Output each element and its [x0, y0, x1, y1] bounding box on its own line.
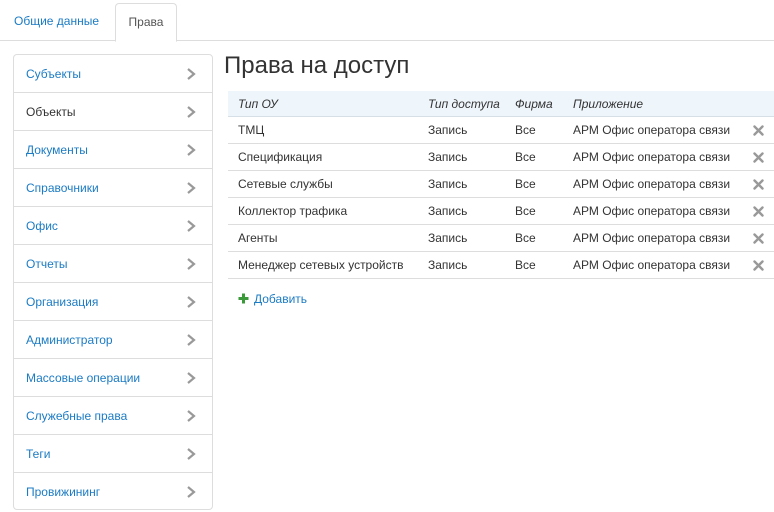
cell-ou-type: Коллектор трафика [238, 204, 348, 218]
sidebar-item-label: Субъекты [26, 67, 81, 81]
sidebar-item-office[interactable]: Офис [14, 207, 212, 245]
tab-general-data[interactable]: Общие данные [2, 3, 111, 41]
table-row[interactable]: Агенты Запись Все АРМ Офис оператора свя… [228, 225, 774, 252]
chevron-right-icon [187, 220, 196, 232]
chevron-right-icon [187, 106, 196, 118]
column-header-firm[interactable]: Фирма [515, 91, 553, 117]
sidebar-item-label: Служебные права [26, 409, 128, 423]
cell-access-type: Запись [428, 177, 468, 191]
chevron-right-icon [187, 68, 196, 80]
cell-firm: Все [515, 150, 536, 164]
cell-access-type: Запись [428, 123, 468, 137]
add-button-label: Добавить [254, 292, 308, 306]
cell-firm: Все [515, 204, 536, 218]
table-row[interactable]: Менеджер сетевых устройств Запись Все АР… [228, 252, 774, 279]
cell-application: АРМ Офис оператора связи [573, 204, 731, 218]
sidebar-item-label: Документы [26, 143, 88, 157]
cell-access-type: Запись [428, 150, 468, 164]
cell-ou-type: Агенты [238, 231, 278, 245]
cell-firm: Все [515, 258, 536, 272]
tab-rights[interactable]: Права [115, 3, 177, 42]
chevron-right-icon [187, 258, 196, 270]
table-header: Тип ОУ Тип доступа Фирма Приложение [228, 91, 774, 117]
chevron-right-icon [187, 448, 196, 460]
tab-bar: Общие данные Права [0, 0, 774, 42]
cell-firm: Все [515, 177, 536, 191]
sidebar-item-label: Теги [26, 447, 51, 461]
sidebar-item-label: Отчеты [26, 257, 68, 271]
chevron-right-icon [187, 296, 196, 308]
cell-ou-type: ТМЦ [238, 123, 265, 137]
sidebar-item-directories[interactable]: Справочники [14, 169, 212, 207]
plus-icon [238, 293, 249, 304]
sidebar-item-label: Массовые операции [26, 371, 141, 385]
delete-icon[interactable] [753, 179, 764, 190]
delete-icon[interactable] [753, 260, 764, 271]
cell-application: АРМ Офис оператора связи [573, 231, 731, 245]
chevron-right-icon [187, 486, 196, 498]
cell-ou-type: Сетевые службы [238, 177, 333, 191]
delete-icon[interactable] [753, 152, 764, 163]
column-header-application[interactable]: Приложение [573, 91, 643, 117]
cell-ou-type: Менеджер сетевых устройств [238, 258, 404, 272]
delete-icon[interactable] [753, 125, 764, 136]
chevron-right-icon [187, 182, 196, 194]
cell-firm: Все [515, 231, 536, 245]
chevron-right-icon [187, 372, 196, 384]
sidebar: Субъекты Объекты Документы Справочники О… [13, 54, 213, 510]
sidebar-item-label: Объекты [26, 105, 76, 119]
sidebar-item-service-rights[interactable]: Служебные права [14, 397, 212, 435]
page-title: Права на доступ [224, 52, 410, 79]
sidebar-item-documents[interactable]: Документы [14, 131, 212, 169]
sidebar-item-objects[interactable]: Объекты [14, 93, 212, 131]
sidebar-item-administrator[interactable]: Администратор [14, 321, 212, 359]
sidebar-item-label: Справочники [26, 181, 99, 195]
sidebar-item-label: Провижининг [26, 485, 101, 499]
cell-application: АРМ Офис оператора связи [573, 150, 731, 164]
table-row[interactable]: Сетевые службы Запись Все АРМ Офис опера… [228, 171, 774, 198]
sidebar-item-bulk-operations[interactable]: Массовые операции [14, 359, 212, 397]
cell-access-type: Запись [428, 258, 468, 272]
sidebar-item-tags[interactable]: Теги [14, 435, 212, 473]
chevron-right-icon [187, 144, 196, 156]
sidebar-item-label: Администратор [26, 333, 113, 347]
sidebar-item-organization[interactable]: Организация [14, 283, 212, 321]
cell-access-type: Запись [428, 231, 468, 245]
cell-application: АРМ Офис оператора связи [573, 123, 731, 137]
cell-application: АРМ Офис оператора связи [573, 177, 731, 191]
cell-access-type: Запись [428, 204, 468, 218]
sidebar-item-label: Офис [26, 219, 58, 233]
sidebar-item-subjects[interactable]: Субъекты [14, 55, 212, 93]
sidebar-item-label: Организация [26, 295, 99, 309]
table-row[interactable]: Спецификация Запись Все АРМ Офис операто… [228, 144, 774, 171]
delete-icon[interactable] [753, 206, 764, 217]
cell-firm: Все [515, 123, 536, 137]
sidebar-item-provisioning[interactable]: Провижининг [14, 473, 212, 509]
chevron-right-icon [187, 410, 196, 422]
chevron-right-icon [187, 334, 196, 346]
table-row[interactable]: Коллектор трафика Запись Все АРМ Офис оп… [228, 198, 774, 225]
column-header-ou-type[interactable]: Тип ОУ [238, 91, 278, 117]
sidebar-item-reports[interactable]: Отчеты [14, 245, 212, 283]
cell-ou-type: Спецификация [238, 150, 323, 164]
table-row[interactable]: ТМЦ Запись Все АРМ Офис оператора связи [228, 117, 774, 144]
cell-application: АРМ Офис оператора связи [573, 258, 731, 272]
column-header-access-type[interactable]: Тип доступа [428, 91, 500, 117]
delete-icon[interactable] [753, 233, 764, 244]
